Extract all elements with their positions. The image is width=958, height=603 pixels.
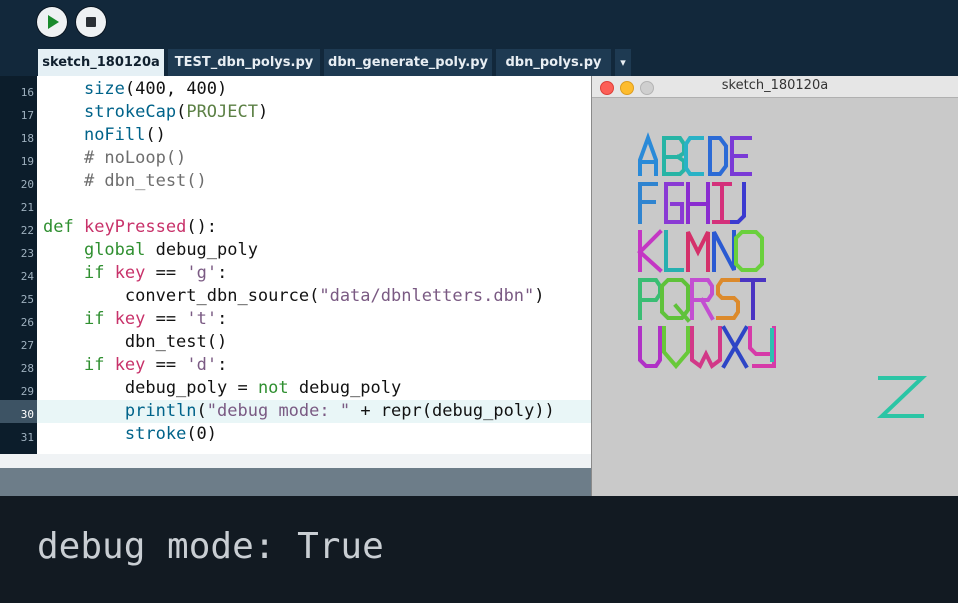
line-number: 25 [20, 293, 34, 306]
tab-dbn-generate-poly[interactable]: dbn_generate_poly.py [324, 49, 492, 76]
tab-bar: sketch_180120a TEST_dbn_polys.py dbn_gen… [0, 48, 958, 76]
code-line: debug_poly = not debug_poly [43, 378, 402, 398]
code-line: def keyPressed(): [43, 217, 218, 237]
letter-g [664, 182, 684, 224]
letter-l [664, 230, 684, 272]
console-output: debug mode: True [37, 526, 384, 567]
code-line: dbn_test() [43, 332, 228, 352]
code-line: stroke(0) [124, 424, 218, 444]
tab-sketch-180120a[interactable]: sketch_180120a [38, 49, 164, 76]
letter-b [662, 136, 686, 176]
letter-m [686, 231, 710, 272]
code-line: if key == 'g': [83, 263, 228, 283]
line-number: 17 [20, 109, 34, 122]
letter-o [734, 230, 764, 272]
line-number: 19 [20, 155, 34, 168]
code-line: strokeCap(PROJECT) [83, 102, 269, 122]
line-number: 26 [20, 316, 34, 329]
letter-j [730, 182, 746, 224]
code-line: if key == 'd': [83, 355, 228, 375]
code-line: noFill() [83, 125, 166, 145]
letter-r [690, 278, 715, 321]
code-line: global debug_poly [83, 240, 258, 260]
letter-u [638, 326, 662, 368]
letter-n [712, 230, 736, 272]
window-title: sketch_180120a [721, 78, 829, 93]
sketch-canvas [637, 132, 928, 418]
letter-t [740, 278, 766, 320]
line-number: 22 [20, 224, 34, 237]
tab-dbn-polys[interactable]: dbn_polys.py [496, 49, 611, 76]
letter-s [716, 278, 740, 320]
line-number: 27 [20, 339, 34, 352]
code-line: println("debug mode: " + repr(debug_poly… [124, 401, 555, 421]
editor-footer-bar [0, 468, 592, 496]
line-number: 28 [20, 362, 34, 375]
line-number: 30 [20, 408, 34, 421]
line-number: 20 [20, 178, 34, 191]
code-line: # dbn_test() [43, 171, 207, 191]
sketch-window: sketch_180120a [592, 76, 958, 496]
letter-a [638, 132, 658, 176]
editor-status-strip [0, 454, 592, 468]
stop-icon [86, 17, 96, 27]
line-number: 23 [20, 247, 34, 260]
letter-q [660, 278, 691, 323]
letter-k [637, 229, 663, 273]
code-line: convert_dbn_source("data/dbnletters.dbn"… [43, 286, 545, 306]
letter-i [712, 182, 732, 224]
window-titlebar[interactable]: sketch_180120a [592, 76, 958, 98]
letter-v [662, 326, 690, 370]
line-number: 29 [20, 385, 34, 398]
letter-h [686, 182, 710, 224]
letter-e [730, 136, 752, 176]
letter-w [690, 326, 722, 370]
code-line: if key == 't': [83, 309, 228, 329]
letter-d [708, 136, 728, 176]
tab-test-dbn-polys[interactable]: TEST_dbn_polys.py [168, 49, 320, 76]
stop-button[interactable] [76, 7, 106, 37]
toolbar [0, 0, 958, 48]
code-line: size(400, 400) [83, 79, 228, 99]
tab-menu-button[interactable]: ▾ [615, 49, 631, 76]
letter-x [721, 325, 749, 369]
line-number: 24 [20, 270, 34, 283]
line-number: 18 [20, 132, 34, 145]
letter-f [638, 182, 658, 224]
letter-c [684, 136, 704, 176]
code-line: # noLoop() [43, 148, 187, 168]
line-number: 31 [20, 431, 34, 444]
line-number: 16 [20, 86, 34, 99]
line-number: 21 [20, 201, 34, 214]
play-icon [48, 15, 59, 29]
run-button[interactable] [37, 7, 67, 37]
letter-z [876, 376, 928, 418]
letter-p [638, 278, 662, 320]
